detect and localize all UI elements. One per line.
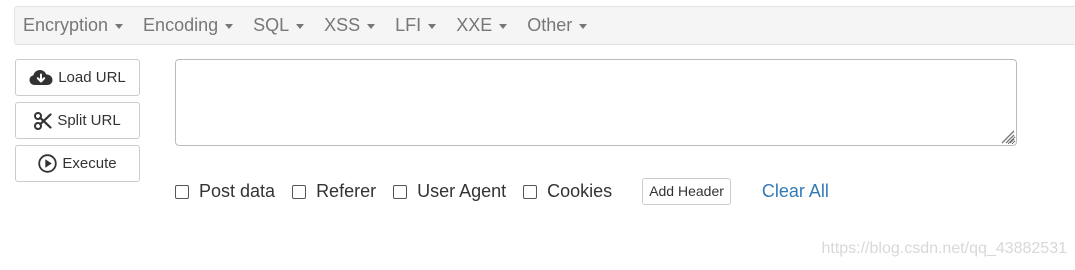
load-url-button[interactable]: Load URL: [15, 59, 140, 96]
caret-down-icon: [579, 24, 588, 29]
menu-sql[interactable]: SQL: [245, 7, 316, 44]
menu-label: XSS: [324, 15, 361, 35]
execute-label: Execute: [62, 155, 117, 172]
caret-down-icon: [499, 24, 508, 29]
split-url-button[interactable]: Split URL: [15, 102, 140, 139]
scissors-icon: [34, 111, 52, 130]
cookies-checkbox[interactable]: [523, 185, 538, 199]
url-input[interactable]: [175, 59, 1017, 146]
split-url-label: Split URL: [57, 112, 121, 129]
menu-label: SQL: [253, 15, 290, 35]
user-agent-label: User Agent: [417, 180, 507, 201]
request-options: Post data Referer User Agent Cookies Add…: [175, 176, 829, 206]
user-agent-checkbox[interactable]: [393, 185, 408, 199]
cloud-download-icon: [29, 69, 53, 86]
load-url-label: Load URL: [58, 69, 126, 86]
menu-label: LFI: [395, 15, 422, 35]
post-data-option[interactable]: Post data: [175, 181, 275, 202]
caret-down-icon: [296, 24, 305, 29]
menu-encryption[interactable]: Encryption: [15, 7, 135, 44]
menu-other[interactable]: Other: [519, 7, 599, 44]
menu-encoding[interactable]: Encoding: [135, 7, 245, 44]
menu-xxe[interactable]: XXE: [448, 7, 519, 44]
cookies-label: Cookies: [547, 180, 613, 201]
menu-label: Other: [527, 15, 573, 35]
menu-bar: Encryption Encoding SQL XSS LFI XXE Othe…: [14, 6, 1075, 45]
cookies-option[interactable]: Cookies: [523, 181, 612, 202]
execute-button[interactable]: Execute: [15, 145, 140, 182]
play-circle-icon: [38, 154, 58, 173]
menu-lfi[interactable]: LFI: [387, 7, 448, 44]
caret-down-icon: [225, 24, 234, 29]
clear-all-link[interactable]: Clear All: [762, 181, 829, 202]
menu-label: Encryption: [23, 15, 109, 35]
referer-label: Referer: [316, 180, 377, 201]
menu-label: Encoding: [143, 15, 219, 35]
referer-checkbox[interactable]: [292, 185, 307, 199]
watermark: https://blog.csdn.net/qq_43882531: [821, 240, 1067, 257]
post-data-label: Post data: [199, 180, 276, 201]
menu-label: XXE: [456, 15, 493, 35]
user-agent-option[interactable]: User Agent: [393, 181, 506, 202]
add-header-button[interactable]: Add Header: [642, 177, 731, 205]
menu-xss[interactable]: XSS: [316, 7, 387, 44]
caret-down-icon: [367, 24, 376, 29]
referer-option[interactable]: Referer: [292, 181, 376, 202]
caret-down-icon: [115, 24, 124, 29]
post-data-checkbox[interactable]: [175, 185, 189, 199]
caret-down-icon: [428, 24, 437, 29]
